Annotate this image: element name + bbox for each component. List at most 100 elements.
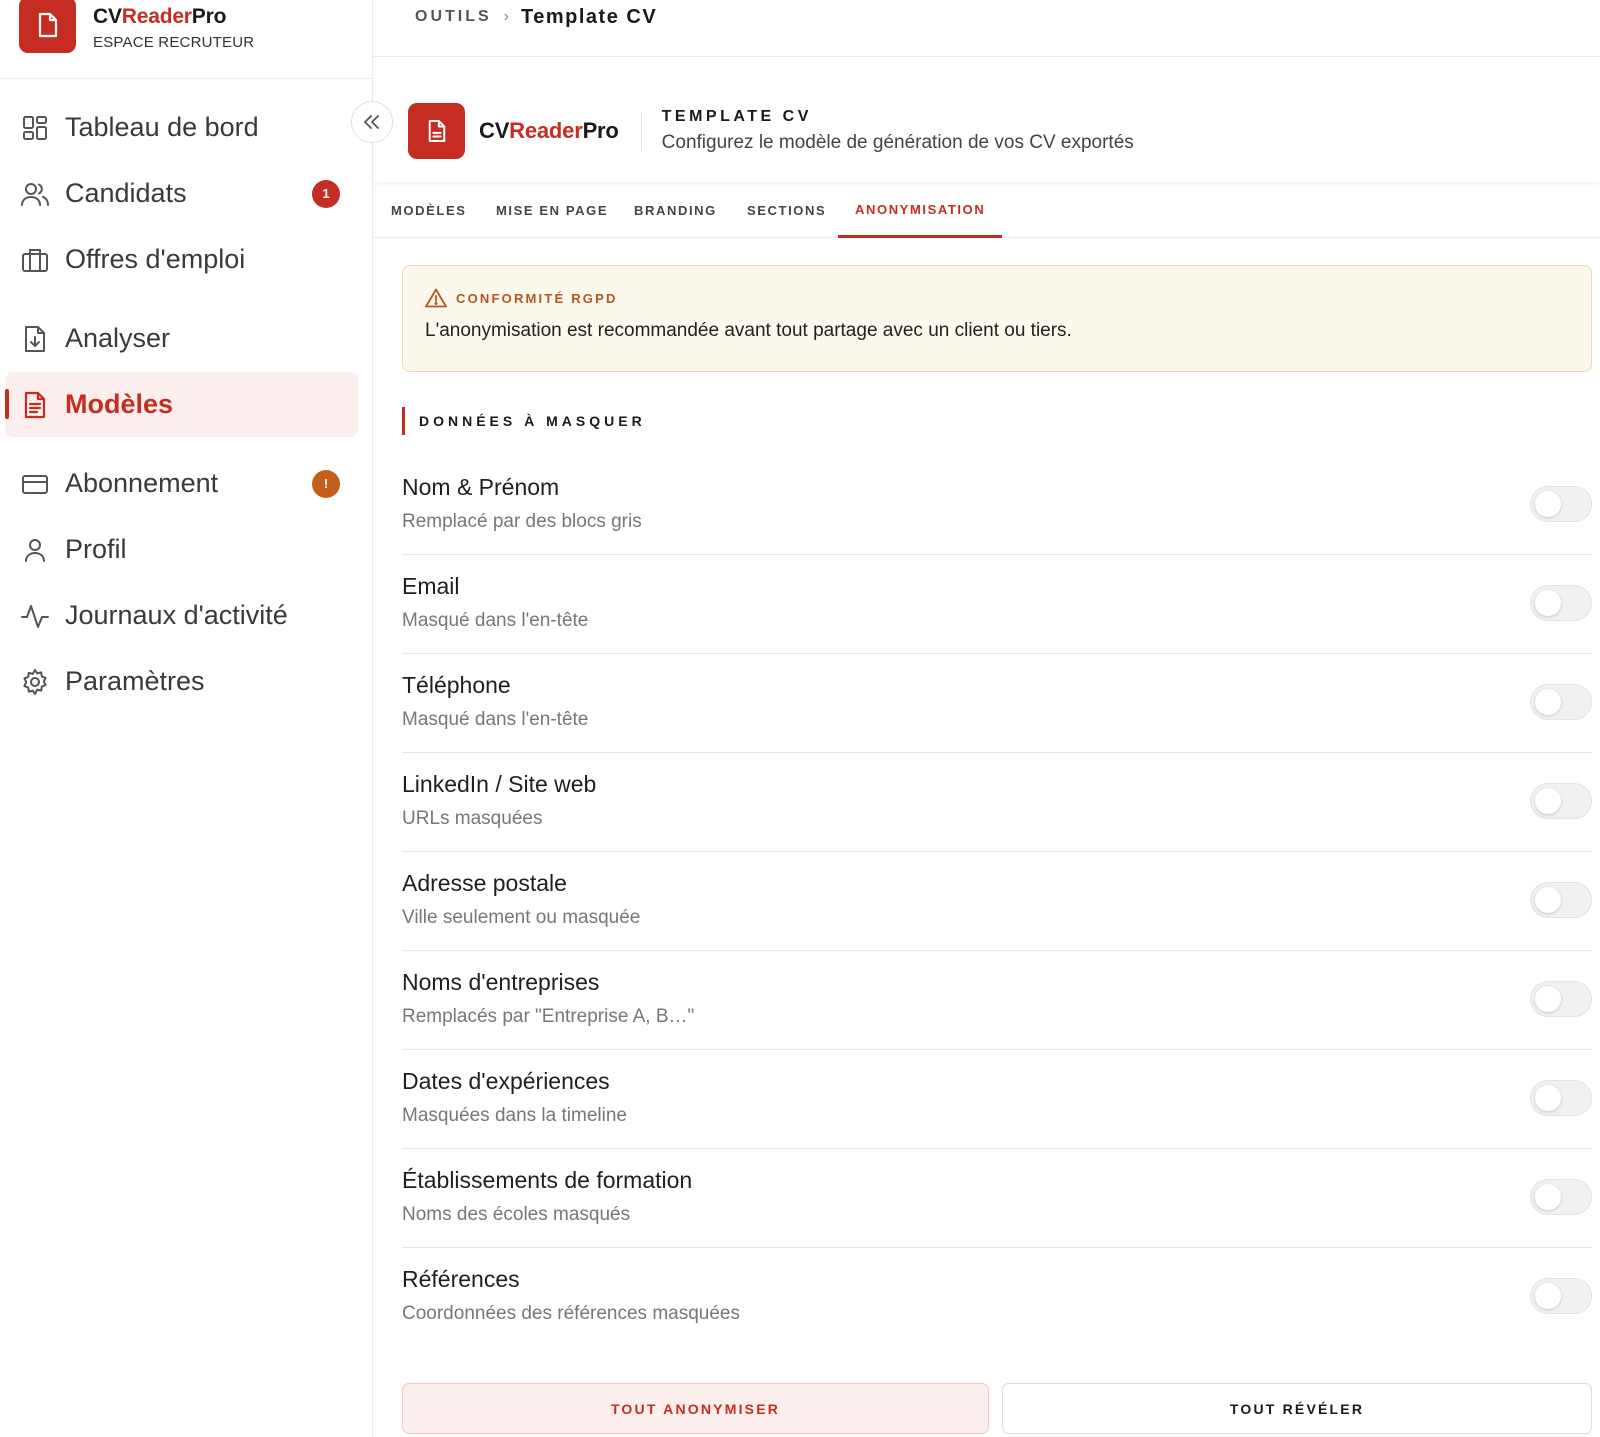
toggle-adresse[interactable] (1530, 882, 1592, 918)
warning-triangle-icon (425, 288, 447, 308)
toggle-telephone[interactable] (1530, 684, 1592, 720)
sidebar-item-journaux[interactable]: Journaux d'activité (5, 583, 358, 648)
field-title: Établissements de formation (402, 1167, 693, 1193)
sidebar-item-label: Journaux d'activité (65, 600, 288, 630)
sidebar-item-profil[interactable]: Profil (5, 517, 358, 582)
field-row-adresse: Adresse postale Ville seulement ou masqu… (402, 852, 1592, 951)
gdpr-alert: CONFORMITÉ RGPD L'anonymisation est reco… (402, 265, 1592, 372)
field-description: Remplacés par "Entreprise A, B…" (402, 1006, 695, 1027)
field-title: Email (402, 573, 460, 599)
app-subtitle: ESPACE RECRUTEUR (93, 34, 255, 51)
sidebar-item-label: Modèles (65, 389, 174, 419)
field-description: Remplacé par des blocs gris (402, 511, 642, 532)
sidebar-item-candidats[interactable]: Candidats 1 (5, 161, 358, 226)
user-icon (21, 536, 49, 564)
abonnement-alert-badge: ! (312, 469, 340, 498)
toggle-linkedin[interactable] (1530, 783, 1592, 819)
sidebar-item-label: Analyser (65, 323, 171, 353)
page-subtitle: Configurez le modèle de génération de vo… (661, 131, 1134, 153)
sidebar-item-label: Candidats (65, 178, 187, 208)
file-download-icon (21, 325, 49, 353)
main-content: OUTILS › Template CV CVReaderPro TEMPLAT… (373, 0, 1600, 1437)
tab-sections[interactable]: SECTIONS (747, 183, 826, 238)
header-divider (640, 110, 642, 151)
sidebar-item-label: Profil (65, 534, 127, 564)
sidebar-item-label: Tableau de bord (65, 112, 259, 142)
briefcase-icon (21, 246, 49, 274)
alert-text: L'anonymisation est recommandée avant to… (425, 320, 1072, 341)
field-row-formation: Établissements de formation Noms des éco… (402, 1149, 1592, 1248)
tab-mise-en-page[interactable]: MISE EN PAGE (496, 183, 608, 238)
breadcrumb-current: Template CV (521, 5, 658, 28)
toggle-knob (1535, 590, 1561, 616)
sidebar-item-tableau-de-bord[interactable]: Tableau de bord (5, 95, 358, 160)
field-title: Adresse postale (402, 870, 567, 896)
field-description: Masqué dans l'en-tête (402, 709, 589, 730)
active-indicator (5, 389, 9, 419)
sidebar-item-parametres[interactable]: Paramètres (5, 649, 358, 714)
app-name: CVReaderPro (93, 5, 227, 28)
field-title: Nom & Prénom (402, 474, 560, 500)
section-title: DONNÉES À MASQUER (419, 413, 646, 429)
collapse-sidebar-button[interactable] (351, 101, 393, 143)
field-row-email: Email Masqué dans l'en-tête (402, 555, 1592, 654)
field-description: Ville seulement ou masquée (402, 907, 641, 928)
toggle-email[interactable] (1530, 585, 1592, 621)
breadcrumb-parent[interactable]: OUTILS (415, 8, 492, 26)
activity-icon (21, 602, 49, 630)
sidebar: CVReaderPro ESPACE RECRUTEUR Tableau de … (0, 0, 373, 1437)
tab-modeles[interactable]: MODÈLES (391, 183, 466, 238)
page-title: TEMPLATE CV (661, 107, 812, 125)
field-row-telephone: Téléphone Masqué dans l'en-tête (402, 654, 1592, 753)
field-title: LinkedIn / Site web (402, 771, 597, 797)
users-icon (21, 180, 49, 208)
document-icon (38, 12, 57, 38)
gear-icon (21, 668, 49, 696)
field-row-nom-prenom: Nom & Prénom Remplacé par des blocs gris (402, 456, 1592, 555)
tab-anonymisation[interactable]: ANONYMISATION (838, 183, 1003, 238)
toggle-knob (1535, 491, 1561, 517)
breadcrumb-separator: › (503, 8, 509, 25)
dashboard-grid-icon (21, 114, 49, 142)
field-row-dates: Dates d'expériences Masquées dans la tim… (402, 1050, 1592, 1149)
sidebar-item-label: Offres d'emploi (65, 244, 246, 274)
sidebar-brand[interactable]: CVReaderPro ESPACE RECRUTEUR (0, 0, 372, 79)
toggle-knob (1535, 986, 1561, 1012)
field-title: Dates d'expériences (402, 1068, 610, 1094)
double-chevron-left-icon (364, 115, 379, 129)
sidebar-item-modeles[interactable]: Modèles (5, 372, 358, 437)
toggle-entreprises[interactable] (1530, 981, 1592, 1017)
toggle-nom-prenom[interactable] (1530, 486, 1592, 522)
tab-bar: MODÈLES MISE EN PAGE BRANDING SECTIONS A… (373, 183, 1600, 238)
app-logo (19, 0, 76, 53)
toggle-knob (1535, 1283, 1561, 1309)
toggle-knob (1535, 1085, 1561, 1111)
sidebar-item-abonnement[interactable]: Abonnement ! (5, 451, 358, 516)
field-title: Noms d'entreprises (402, 969, 600, 995)
field-description: Masqué dans l'en-tête (402, 610, 589, 631)
field-description: URLs masquées (402, 808, 543, 829)
field-row-linkedin: LinkedIn / Site web URLs masquées (402, 753, 1592, 852)
toggle-knob (1535, 689, 1561, 715)
field-title: Téléphone (402, 672, 511, 698)
reveal-all-button[interactable]: TOUT RÉVÉLER (1002, 1383, 1592, 1434)
anonymize-all-button[interactable]: TOUT ANONYMISER (402, 1383, 989, 1434)
header-logo (408, 102, 465, 159)
sidebar-item-analyser[interactable]: Analyser (5, 306, 358, 371)
toggle-knob (1535, 1184, 1561, 1210)
candidats-count-badge: 1 (312, 179, 340, 208)
sidebar-item-label: Abonnement (65, 468, 219, 498)
page-header: CVReaderPro TEMPLATE CV Configurez le mo… (373, 79, 1600, 182)
tab-branding[interactable]: BRANDING (634, 183, 717, 238)
field-description: Masquées dans la timeline (402, 1105, 627, 1126)
toggle-references[interactable] (1530, 1278, 1592, 1314)
field-row-entreprises: Noms d'entreprises Remplacés par "Entrep… (402, 951, 1592, 1050)
section-accent-bar (402, 407, 405, 435)
toggle-dates[interactable] (1530, 1080, 1592, 1116)
sidebar-item-offres-emploi[interactable]: Offres d'emploi (5, 227, 358, 292)
breadcrumb: OUTILS › Template CV (373, 0, 1600, 57)
toggle-knob (1535, 788, 1561, 814)
alert-title: CONFORMITÉ RGPD (456, 290, 618, 306)
toggle-formation[interactable] (1530, 1179, 1592, 1215)
field-row-references: Références Coordonnées des références ma… (402, 1248, 1592, 1347)
